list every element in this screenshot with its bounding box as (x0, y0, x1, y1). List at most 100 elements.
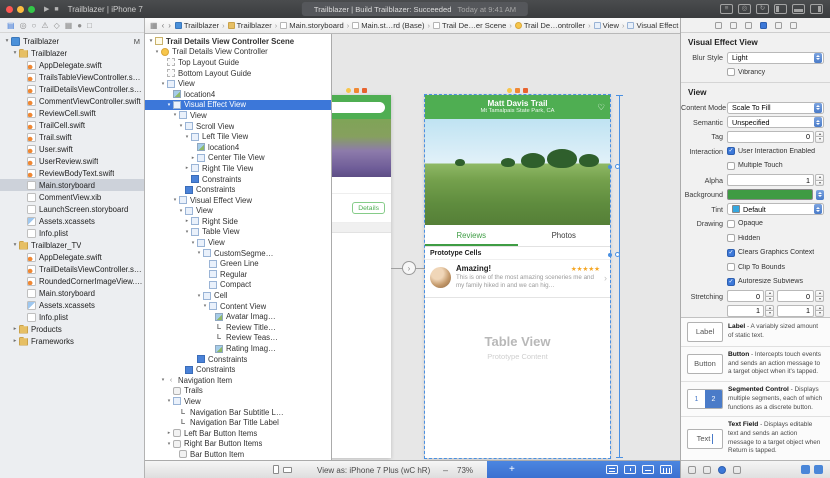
resize-handle[interactable] (615, 164, 620, 169)
navigator-file-row[interactable]: CommentView.xib (0, 191, 144, 203)
outline-row-navigation-bar-subtitle-l[interactable]: LNavigation Bar Subtitle L… (145, 407, 331, 418)
favorite-heart-icon[interactable]: ♡ (597, 102, 605, 113)
disclosure-icon[interactable]: ▸ (183, 165, 191, 171)
project-navigator-icon[interactable]: ▤ (7, 21, 15, 30)
outline-row-review-teas[interactable]: LReview Teas… (145, 333, 331, 344)
navigator-file-row[interactable]: RoundedCornerImageView.swift (0, 275, 144, 287)
jumpbar-segment-trailblazer[interactable]: Trailblazer (175, 21, 219, 30)
search-view-controller-preview[interactable]: Details (332, 86, 391, 458)
disclosure-icon[interactable]: ▾ (11, 50, 19, 56)
content-mode-dropdown[interactable]: Scale To Fill (727, 102, 824, 114)
outline-row-navigation-bar-title-label[interactable]: LNavigation Bar Title Label (145, 417, 331, 428)
code-snippet-library-icon[interactable] (703, 466, 711, 474)
vibrancy-checkbox[interactable] (727, 68, 735, 76)
outline-row-avatar-imag[interactable]: Avatar Imag… (145, 311, 331, 322)
disclosure-icon[interactable]: ▾ (159, 81, 167, 87)
library-item-text-field[interactable]: TextText Field - Displays editable text … (681, 416, 830, 460)
clip-to-bounds-checkbox[interactable] (727, 263, 735, 271)
navigator-file-row[interactable]: ▾Trailblazer_TV (0, 239, 144, 251)
outline-row-constraints[interactable]: Constraints (145, 174, 331, 185)
outline-row-constraints[interactable]: Constraints (145, 354, 331, 365)
navigator-file-row[interactable]: User.swift (0, 143, 144, 155)
disclosure-icon[interactable]: ▾ (171, 112, 179, 118)
outline-row-location4[interactable]: location4 (145, 142, 331, 153)
grid-view-icon[interactable] (801, 465, 810, 474)
standard-editor-icon[interactable]: ≡ (720, 4, 733, 14)
tab-reviews[interactable]: Reviews (425, 225, 518, 246)
attributes-inspector-icon[interactable] (760, 22, 767, 29)
outline-row-view[interactable]: ▾View (145, 78, 331, 89)
zoom-level[interactable]: 73% (457, 466, 473, 475)
device-orientation-icons[interactable] (273, 465, 292, 474)
outline-row-scroll-view[interactable]: ▾Scroll View (145, 121, 331, 132)
outline-row-constraints[interactable]: Constraints (145, 184, 331, 195)
outline-row-trails[interactable]: Trails (145, 386, 331, 397)
jumpbar-segment-trailblazer[interactable]: Trailblazer (228, 21, 272, 30)
zoom-window-icon[interactable] (28, 6, 35, 13)
outline-row-table-view[interactable]: ▾Table View (145, 227, 331, 238)
disclosure-icon[interactable]: ▾ (147, 38, 155, 44)
navigator-file-row[interactable]: Main.storyboard (0, 287, 144, 299)
file-template-library-icon[interactable] (688, 466, 696, 474)
device-landscape-icon[interactable] (283, 467, 292, 473)
pin-button[interactable] (642, 465, 654, 474)
navigator-file-row[interactable]: Main.storyboard (0, 179, 144, 191)
segue-icon[interactable]: › (402, 261, 416, 275)
jumpbar-segment-trail-de-ontroller[interactable]: Trail De…ontroller (515, 21, 585, 30)
disclosure-icon[interactable]: ▾ (165, 102, 173, 108)
library-item-label[interactable]: LabelLabel - A variably sized amount of … (681, 318, 830, 346)
outline-row-view[interactable]: ▾View (145, 237, 331, 248)
search-bar[interactable] (332, 102, 385, 113)
disclosure-icon[interactable]: ▸ (165, 430, 173, 436)
outline-row-left-tile-view[interactable]: ▾Left Tile View (145, 131, 331, 142)
disclosure-icon[interactable]: ▾ (201, 303, 209, 309)
stretch-y-field[interactable]: 0 (777, 290, 814, 302)
outline-row-view[interactable]: ▾View (145, 110, 331, 121)
library-item-button[interactable]: ButtonButton - Intercepts touch events a… (681, 346, 830, 381)
first-responder-icon[interactable] (354, 88, 359, 93)
tab-photos[interactable]: Photos (518, 225, 611, 246)
zoom-in-button[interactable]: + (509, 464, 515, 475)
disclosure-icon[interactable]: ▾ (11, 242, 19, 248)
navigator-file-row[interactable]: ReviewBodyText.swift (0, 167, 144, 179)
resize-handle[interactable] (615, 252, 620, 257)
stepper-control[interactable] (815, 290, 824, 302)
minimize-window-icon[interactable] (17, 6, 24, 13)
back-icon[interactable]: ‹ (162, 21, 165, 30)
outline-row-right-side[interactable]: ▸Right Side (145, 216, 331, 227)
user-interaction-enabled-checkbox[interactable]: ✓ (727, 147, 735, 155)
symbol-navigator-icon[interactable]: ◎ (20, 21, 27, 30)
stepper-control[interactable] (765, 290, 774, 302)
navigator-file-row[interactable]: ▸Frameworks (0, 335, 144, 347)
disclosure-icon[interactable]: ▾ (165, 398, 173, 404)
scheme-selector[interactable]: Trailblazer | iPhone 7 (68, 5, 143, 14)
stepper-control[interactable] (765, 305, 774, 317)
outline-row-bottom-layout-guide[interactable]: Bottom Layout Guide (145, 68, 331, 79)
disclosure-icon[interactable]: ▾ (159, 377, 167, 383)
version-editor-icon[interactable]: ↻ (756, 4, 769, 14)
jumpbar-segment-main-st-rd-base[interactable]: Main.st…rd (Base) (352, 21, 424, 30)
exit-icon[interactable] (362, 88, 367, 93)
navigator-file-row[interactable]: ▾Trailblazer (0, 47, 144, 59)
flowers-photo[interactable] (332, 119, 391, 177)
hide-utilities-icon[interactable] (810, 4, 823, 14)
jumpbar-segment-view[interactable]: View (594, 21, 619, 30)
outline-row-content-view[interactable]: ▾Content View (145, 301, 331, 312)
stretch-x-field[interactable]: 1 (727, 305, 764, 317)
disclosure-icon[interactable]: ▾ (183, 134, 191, 140)
outline-row-review-title[interactable]: LReview Title… (145, 322, 331, 333)
outline-row-customsegme[interactable]: ▾CustomSegme… (145, 248, 331, 259)
outline-row-top-layout-guide[interactable]: Top Layout Guide (145, 57, 331, 68)
navigator-file-row[interactable]: CommentViewController.swift (0, 95, 144, 107)
forward-icon[interactable]: › (168, 21, 171, 30)
navigator-file-row[interactable]: UserReview.swift (0, 155, 144, 167)
find-navigator-icon[interactable]: ○ (32, 21, 37, 30)
background-color-well[interactable] (727, 189, 813, 200)
navigator-file-row[interactable]: ▸Products (0, 323, 144, 335)
trail-details-view[interactable]: Matt Davis Trail Mt Tamalpais State Park… (425, 95, 610, 458)
semantic-dropdown[interactable]: Unspecified (727, 116, 824, 128)
device-portrait-icon[interactable] (273, 465, 279, 474)
related-items-icon[interactable]: ▦ (150, 21, 158, 30)
outline-row-right-tile-view[interactable]: ▸Right Tile View (145, 163, 331, 174)
outline-row-green-line[interactable]: Green Line (145, 258, 331, 269)
